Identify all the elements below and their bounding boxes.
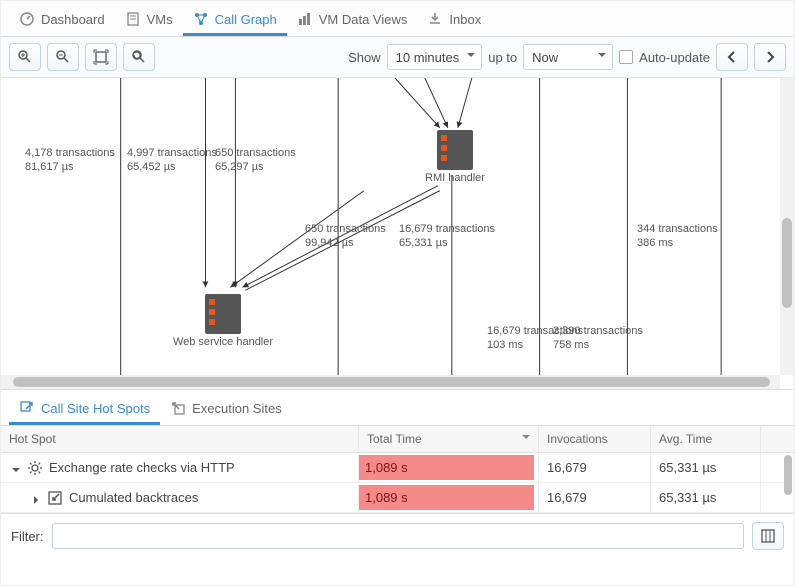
header-invocations[interactable]: Invocations [539, 426, 651, 452]
cell-invocations: 16,679 [539, 483, 651, 512]
tab-call-graph[interactable]: Call Graph [183, 5, 287, 36]
server-icon [205, 294, 241, 334]
bar-value: 1,089 s [359, 485, 534, 510]
header-avg-time[interactable]: Avg. Time [651, 426, 761, 452]
table-row[interactable]: Cumulated backtraces 1,089 s 16,679 65,3… [1, 483, 794, 513]
tab-inbox[interactable]: Inbox [417, 5, 491, 36]
tab-label: Call Site Hot Spots [41, 401, 150, 416]
cell-invocations: 16,679 [539, 453, 651, 482]
tab-execution-sites[interactable]: Execution Sites [160, 394, 292, 425]
time-range-value: 10 minutes [396, 50, 460, 65]
time-range-select[interactable]: 10 minutes [387, 44, 483, 70]
cell-avg-time: 65,331 µs [651, 453, 761, 482]
show-label: Show [348, 50, 381, 65]
export-icon [19, 400, 35, 416]
gear-icon [27, 460, 43, 476]
tab-label: Execution Sites [192, 401, 282, 416]
server-icon [437, 130, 473, 170]
graph-icon [193, 11, 209, 27]
edge-label: 650 transactions65,297 µs [215, 146, 296, 175]
tab-label: Inbox [449, 12, 481, 27]
vms-icon [125, 11, 141, 27]
sort-desc-icon [522, 435, 530, 443]
up-to-value: Now [532, 50, 558, 65]
call-graph-canvas[interactable]: RMI handler Web service handler 4,178 tr… [1, 78, 794, 390]
collapse-icon [47, 490, 63, 506]
tab-vms[interactable]: VMs [115, 5, 183, 36]
graph-vertical-scrollbar[interactable] [780, 78, 794, 375]
table-vertical-scrollbar[interactable] [784, 455, 792, 511]
graph-horizontal-scrollbar[interactable] [1, 375, 780, 389]
row-label: Cumulated backtraces [69, 490, 198, 505]
row-label: Exchange rate checks via HTTP [49, 460, 235, 475]
inbox-icon [427, 11, 443, 27]
gauge-icon [19, 11, 35, 27]
lower-tab-bar: Call Site Hot Spots Execution Sites [1, 390, 794, 426]
node-label: Web service handler [173, 336, 273, 348]
filter-input[interactable] [52, 523, 745, 549]
edge-label: 16,679 transactions65,331 µs [399, 222, 495, 251]
bar-value: 1,089 s [359, 455, 534, 480]
tab-vm-data-views[interactable]: VM Data Views [287, 5, 418, 36]
edge-label: 650 transactions99,942 µs [305, 222, 386, 251]
columns-button[interactable] [752, 522, 784, 550]
up-to-select[interactable]: Now [523, 44, 613, 70]
table-row[interactable]: Exchange rate checks via HTTP 1,089 s 16… [1, 453, 794, 483]
cell-avg-time: 65,331 µs [651, 483, 761, 512]
edge-label: 4,178 transactions81,617 µs [25, 146, 115, 175]
page-prev-button[interactable] [716, 43, 748, 71]
header-hot-spot[interactable]: Hot Spot [1, 426, 359, 452]
tab-call-site-hot-spots[interactable]: Call Site Hot Spots [9, 394, 160, 425]
chart-icon [297, 11, 313, 27]
expand-icon[interactable] [31, 493, 41, 503]
edge-label: 4,997 transactions65,452 µs [127, 146, 217, 175]
tab-label: VM Data Views [319, 12, 408, 27]
header-total-time[interactable]: Total Time [359, 426, 539, 452]
auto-update-checkbox[interactable] [619, 50, 633, 64]
reset-zoom-button[interactable] [123, 43, 155, 71]
node-rmi-handler[interactable]: RMI handler [433, 130, 477, 174]
up-to-label: up to [488, 50, 517, 65]
hot-spots-table: Hot Spot Total Time Invocations Avg. Tim… [1, 426, 794, 513]
tab-label: VMs [147, 12, 173, 27]
tab-label: Call Graph [215, 12, 277, 27]
auto-update-label: Auto-update [639, 50, 710, 65]
fit-view-button[interactable] [85, 43, 117, 71]
zoom-in-button[interactable] [9, 43, 41, 71]
zoom-out-button[interactable] [47, 43, 79, 71]
filter-label: Filter: [11, 529, 44, 544]
tab-label: Dashboard [41, 12, 105, 27]
import-icon [170, 400, 186, 416]
tab-dashboard[interactable]: Dashboard [9, 5, 115, 36]
top-tab-bar: Dashboard VMs Call Graph VM Data Views I… [1, 1, 794, 37]
node-web-service-handler[interactable]: Web service handler [201, 294, 245, 338]
toolbar: Show 10 minutes up to Now Auto-update [1, 37, 794, 78]
edge-label: 344 transactions386 ms [637, 222, 718, 251]
filter-bar: Filter: [1, 513, 794, 558]
node-label: RMI handler [425, 172, 485, 184]
expand-icon[interactable] [11, 463, 21, 473]
edge-label: 3,390 transactions758 ms [553, 324, 643, 353]
page-next-button[interactable] [754, 43, 786, 71]
